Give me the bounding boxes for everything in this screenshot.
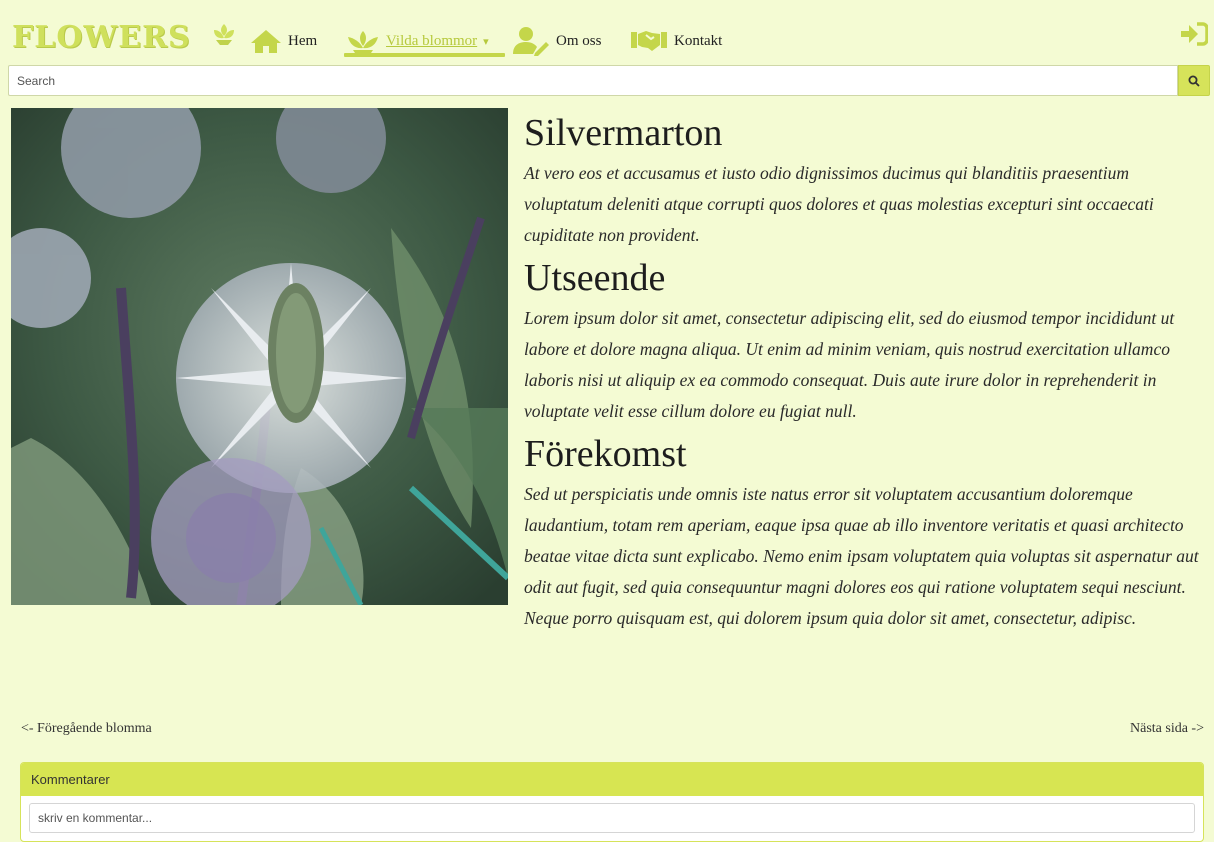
comment-input[interactable] — [29, 803, 1195, 833]
nav-item-label: Vilda blommor — [386, 32, 478, 49]
article: Silvermarton At vero eos et accusamus et… — [524, 108, 1204, 636]
active-nav-indicator — [344, 53, 505, 57]
user-edit-icon — [513, 27, 549, 56]
home-icon — [251, 30, 281, 53]
site-logo[interactable]: FLOWERS — [12, 20, 191, 55]
search-icon — [1188, 75, 1200, 87]
comments-panel: Kommentarer — [20, 762, 1204, 842]
section-heading: Utseende — [524, 257, 666, 299]
nav-item-label: Hem — [288, 32, 318, 49]
nav-item-label: Kontakt — [674, 32, 723, 49]
section-text: Lorem ipsum dolor sit amet, consectetur … — [524, 308, 1175, 421]
logo-flower-icon — [214, 24, 234, 45]
article-intro: At vero eos et accusamus et iusto odio d… — [524, 163, 1154, 245]
nav-item-kontakt[interactable]: Kontakt — [630, 26, 722, 56]
nav-item-om-oss[interactable]: Om oss — [512, 26, 601, 56]
flower-photo — [11, 108, 508, 605]
next-page-link[interactable]: Nästa sida -> — [1130, 721, 1204, 737]
article-title: Silvermarton — [524, 112, 723, 154]
comments-heading: Kommentarer — [21, 763, 1203, 796]
handshake-icon — [631, 31, 667, 51]
section-text: Sed ut perspiciatis unde omnis iste natu… — [524, 484, 1199, 628]
previous-flower-link[interactable]: <- Föregående blomma — [21, 721, 152, 737]
nav-item-label: Om oss — [556, 32, 602, 49]
navbar: FLOWERS Hem Vilda blommor ▾ Om oss Konta… — [0, 0, 1214, 64]
nav-item-vilda-blommor[interactable]: Vilda blommor ▾ — [346, 26, 489, 56]
section-heading: Förekomst — [524, 433, 687, 475]
flower-image — [11, 108, 508, 605]
lotus-icon — [348, 31, 378, 53]
nav-item-hem[interactable]: Hem — [250, 26, 317, 56]
search-input[interactable] — [8, 65, 1178, 96]
sign-in-icon[interactable] — [1180, 22, 1208, 46]
search-button[interactable] — [1178, 65, 1210, 96]
chevron-down-icon: ▾ — [483, 35, 489, 48]
